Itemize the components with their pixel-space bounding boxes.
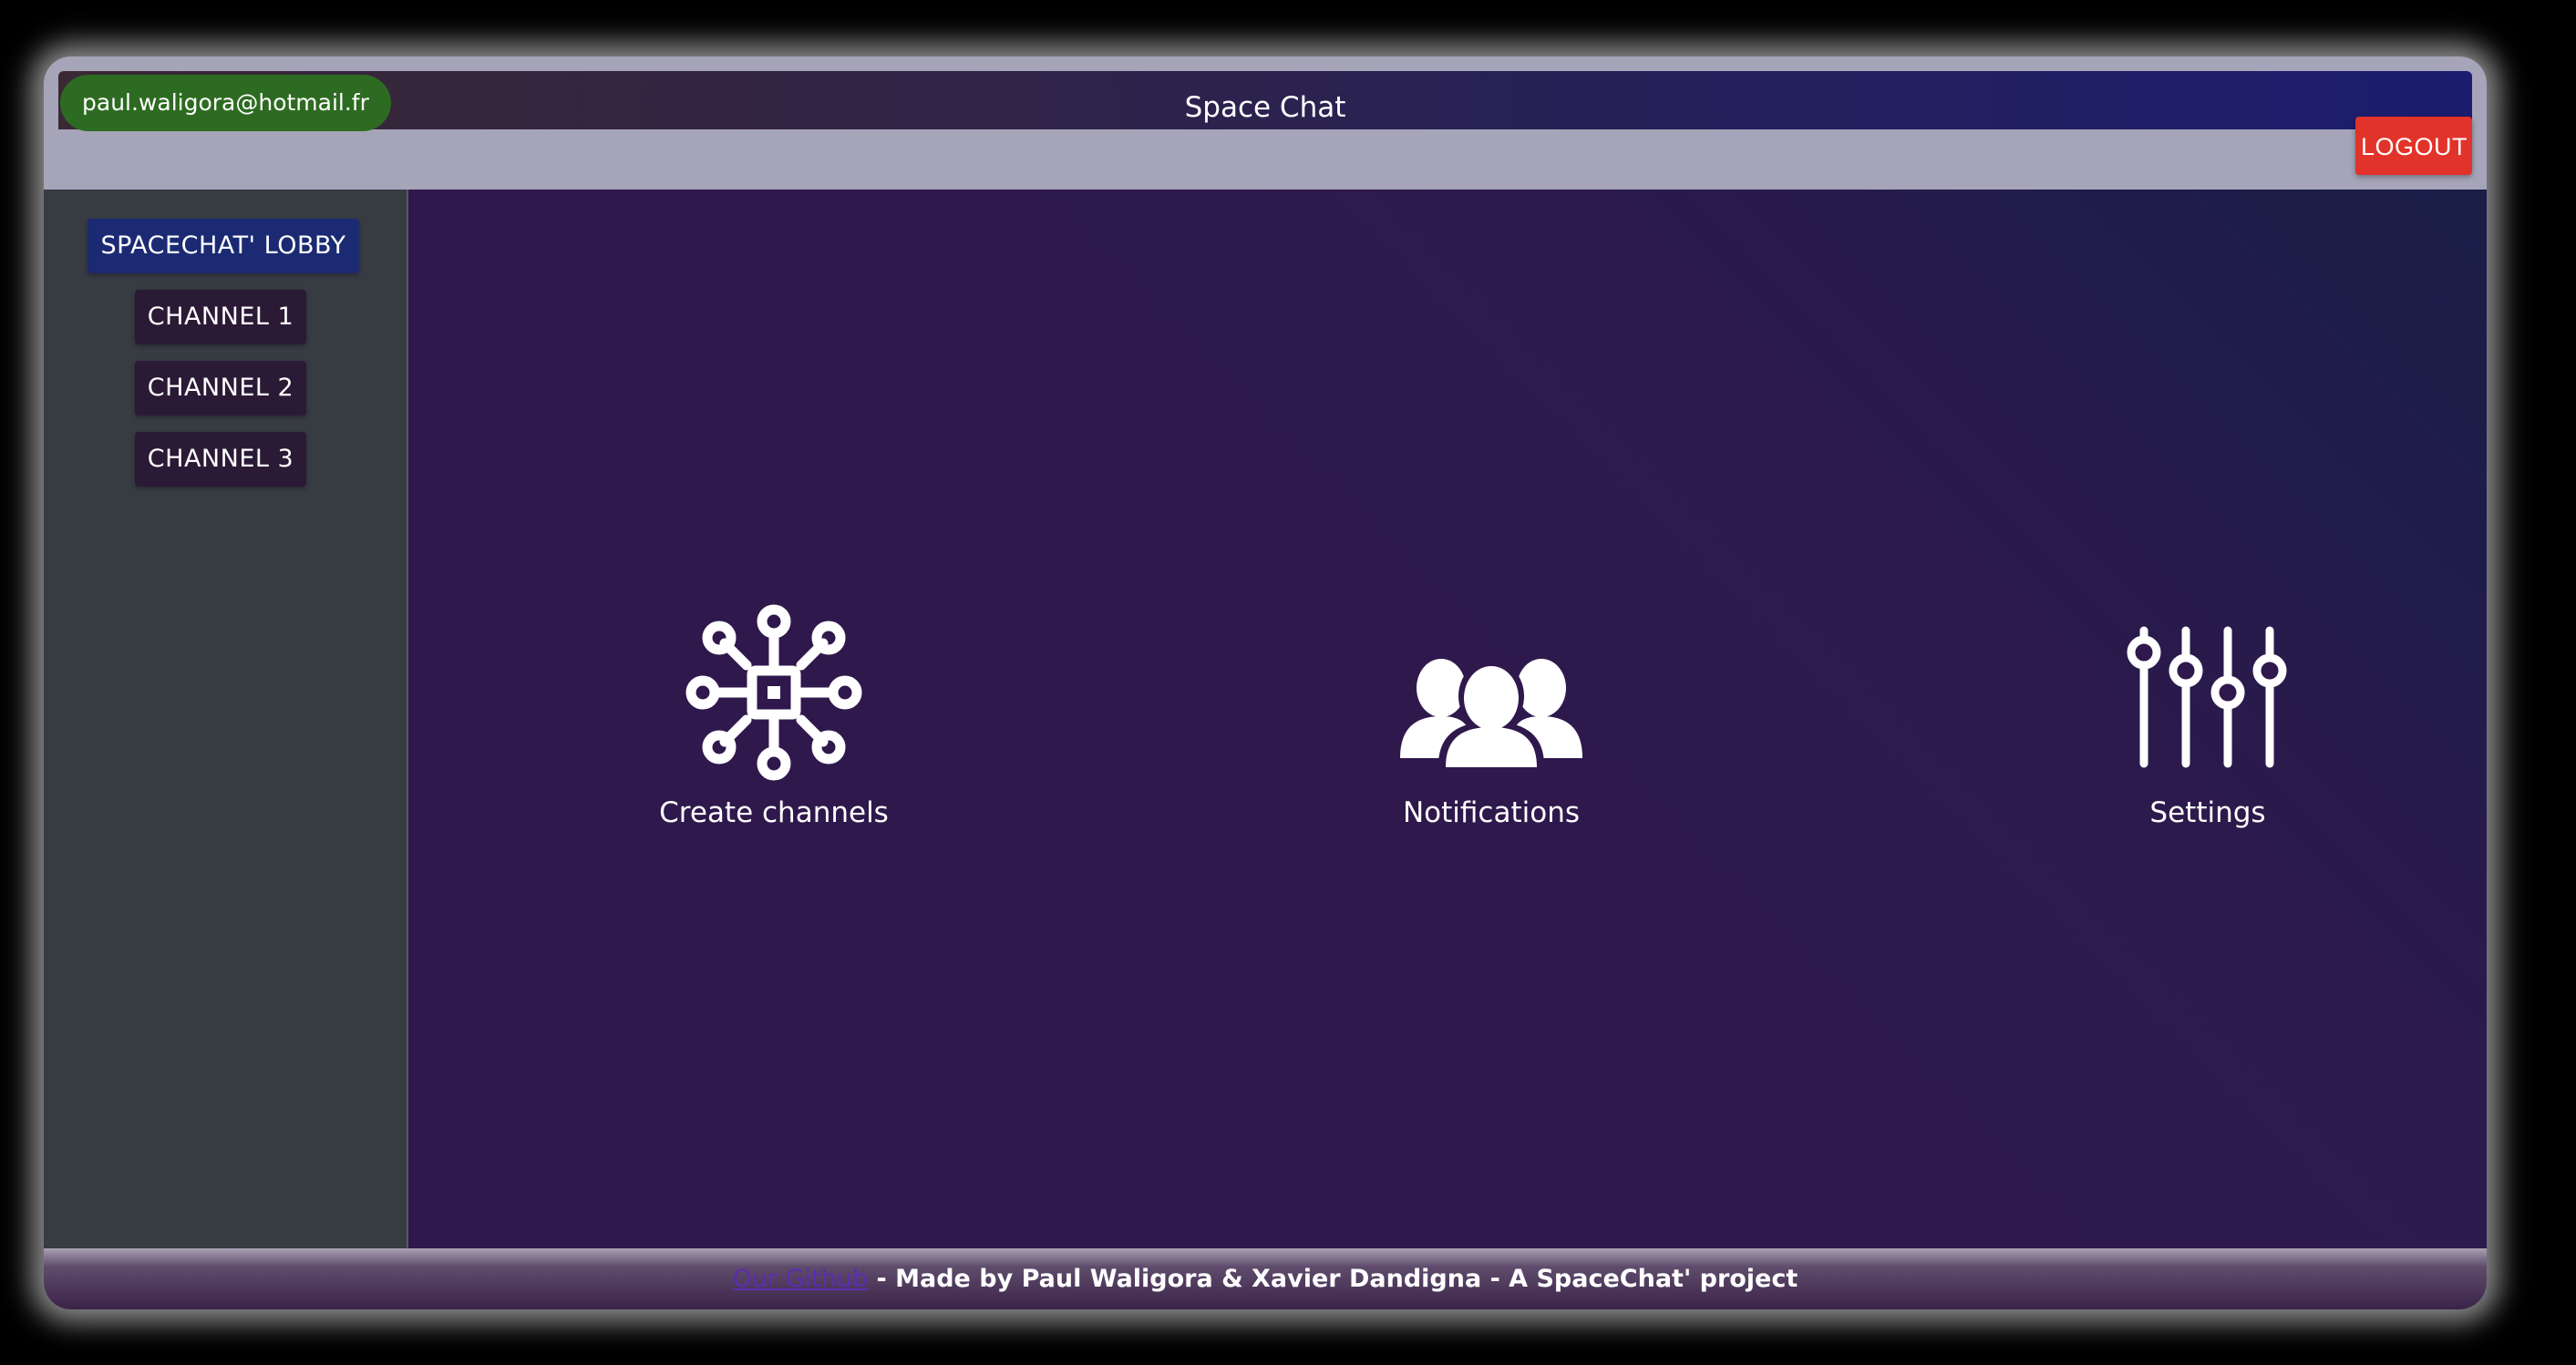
sidebar-item-channel-3[interactable]: CHANNEL 3 xyxy=(135,432,306,487)
sidebar-item-channel-2[interactable]: CHANNEL 2 xyxy=(135,361,306,416)
sidebar-item-channel-1[interactable]: CHANNEL 1 xyxy=(135,290,306,344)
feature-notifications[interactable]: Notifications xyxy=(1309,601,1674,829)
channel-sidebar: SPACECHAT' LOBBY CHANNEL 1 CHANNEL 2 CHA… xyxy=(44,190,408,1248)
user-email-badge: paul.waligora@hotmail.fr xyxy=(60,75,391,131)
users-group-icon xyxy=(1400,659,1582,767)
notifications-label: Notifications xyxy=(1402,796,1581,829)
footer-credits: - Made by Paul Waligora & Xavier Dandign… xyxy=(868,1265,1798,1293)
feature-create-channels[interactable]: Create channels xyxy=(592,601,956,829)
create-channels-label: Create channels xyxy=(659,796,889,829)
main-panel: Create channels Notifications Settings xyxy=(408,190,2487,1248)
network-hub-icon xyxy=(685,604,862,781)
app-title: Space Chat xyxy=(1184,91,1346,124)
settings-label: Settings xyxy=(2149,796,2266,829)
footer: Our Github - Made by Paul Waligora & Xav… xyxy=(44,1248,2487,1309)
top-bar: Space Chat xyxy=(58,71,2472,129)
sliders-icon xyxy=(2127,626,2287,768)
github-link[interactable]: Our Github xyxy=(733,1265,868,1293)
logout-button[interactable]: LOGOUT xyxy=(2355,117,2472,175)
app-window: Space Chat paul.waligora@hotmail.fr LOGO… xyxy=(44,56,2487,1309)
feature-settings[interactable]: Settings xyxy=(2025,601,2390,829)
sidebar-item-lobby[interactable]: SPACECHAT' LOBBY xyxy=(88,219,359,273)
